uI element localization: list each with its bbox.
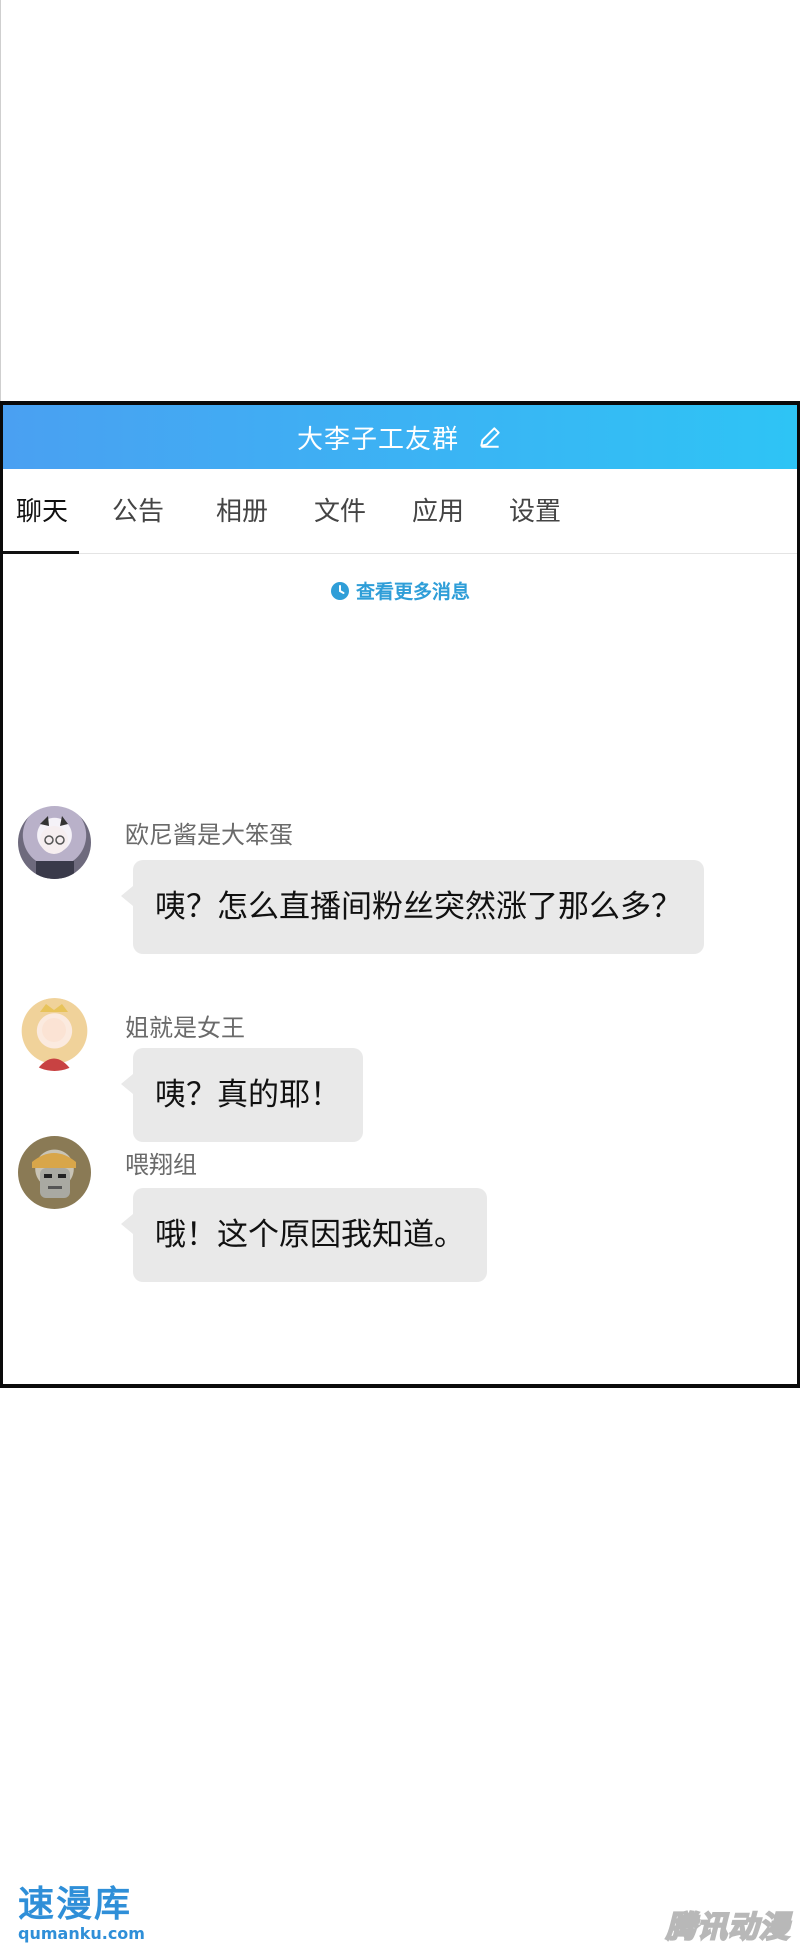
sender-name: 喂翔组 (125, 1151, 197, 1179)
avatar-art (36, 1004, 72, 1071)
left-edge-line (0, 0, 1, 404)
active-tab-indicator (3, 551, 79, 554)
message-bubble[interactable]: 咦？真的耶！ (121, 1048, 363, 1142)
edit-pencil-icon[interactable] (477, 424, 503, 450)
tencent-comic-watermark: 腾讯动漫 (665, 1909, 790, 1946)
tab-settings[interactable]: 设置 (509, 491, 561, 528)
message-bubble[interactable]: 哦！这个原因我知道。 (121, 1188, 487, 1282)
avatar-user-2[interactable] (18, 998, 91, 1071)
tab-files[interactable]: 文件 (314, 491, 366, 528)
chat-window: 大李子工友群 聊天 公告 相册 文件 应用 设置 查看更多消息 欧尼酱是大笨蛋 … (0, 401, 800, 1388)
sender-name: 欧尼酱是大笨蛋 (125, 821, 293, 849)
group-title: 大李子工友群 (296, 424, 459, 455)
view-more-messages-label: 查看更多消息 (355, 581, 470, 603)
message-bubble[interactable]: 咦？怎么直播间粉丝突然涨了那么多？ (121, 860, 704, 954)
avatar-art (36, 816, 74, 879)
tab-announcement[interactable]: 公告 (112, 491, 164, 528)
tab-album[interactable]: 相册 (216, 491, 268, 528)
avatar-user-3[interactable] (18, 1136, 91, 1209)
sender-name: 姐就是女王 (125, 1014, 245, 1042)
tab-apps[interactable]: 应用 (412, 491, 464, 528)
avatar-user-1[interactable] (18, 806, 91, 879)
qumanku-logo-text: 速漫库 (18, 1884, 133, 1925)
clock-icon (330, 581, 349, 600)
tab-chat[interactable]: 聊天 (16, 491, 68, 528)
view-more-messages-link[interactable]: 查看更多消息 (3, 577, 797, 604)
qumanku-watermark: 速漫库 qumanku.com (18, 1885, 145, 1943)
qumanku-url: qumanku.com (18, 1924, 145, 1943)
avatar-art (32, 1153, 76, 1198)
group-title-bar: 大李子工友群 (3, 405, 797, 469)
group-tabs: 聊天 公告 相册 文件 应用 设置 (3, 469, 797, 554)
